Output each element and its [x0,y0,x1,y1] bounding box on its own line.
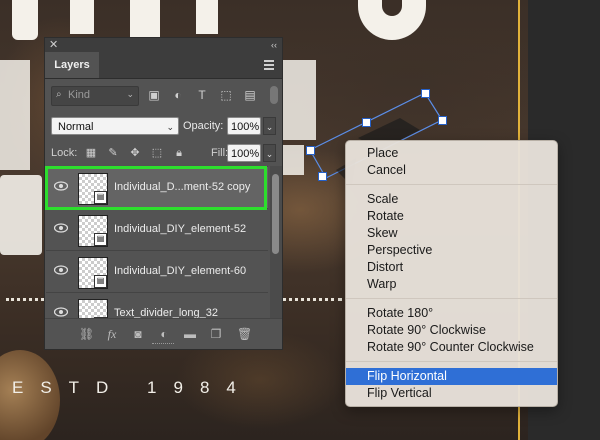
lock-label: Lock: [51,147,78,159]
link-layers-icon[interactable]: ⛓ [79,327,94,341]
layer-name: Text_divider_long_32 [114,307,218,318]
chevron-down-icon: ⌄ [126,89,134,99]
layers-list: ▤ Individual_D...ment-52 copy ▤ Individu… [46,166,268,318]
search-icon: ⌕ [56,89,62,100]
trash-icon[interactable]: 🗑︎ [237,327,252,341]
estd-text: ESTD 1984 [12,378,253,397]
eye-icon[interactable] [54,307,68,317]
opacity-label: Opacity: [183,120,224,132]
menu-item-flip-horizontal[interactable]: Flip Horizontal [346,368,557,385]
transform-handle[interactable] [362,118,371,127]
lock-transparency-icon[interactable]: ▦ [85,147,97,159]
dotted-divider [282,298,342,304]
fill-label: Fill: [211,147,229,159]
transform-handle[interactable] [421,89,430,98]
grunge-letter [0,175,42,255]
menu-separator [346,361,557,362]
fill-input[interactable]: 100% [227,144,261,162]
shape-filter-icon[interactable]: ⬚ [219,88,233,102]
grunge-letter [196,0,218,34]
lock-position-icon[interactable]: ✥ [129,147,141,159]
lock-row: Lock: ▦ ✎ ✥ ⬚ 🔒︎ Fill: 100% ⌄ [51,144,278,164]
layer-mask-icon[interactable]: ◙ [131,327,145,341]
adjustment-filter-icon[interactable]: ◐ [171,88,185,102]
transform-context-menu: Place Cancel Scale Rotate Skew Perspective Dis… [345,140,558,407]
new-layer-icon[interactable]: ❐ [209,327,223,341]
resize-grip[interactable] [152,343,174,347]
filter-toggle[interactable] [270,86,278,104]
chevron-down-icon: ⌄ [166,122,174,132]
menu-item-perspective[interactable]: Perspective [346,242,557,259]
menu-item-rotate[interactable]: Rotate [346,208,557,225]
grunge-letter [130,0,160,38]
smart-object-icon: ▤ [94,275,107,288]
lock-artboard-icon[interactable]: ⬚ [151,147,163,159]
layer-thumbnail: ▤ [78,215,108,247]
menu-item-skew[interactable]: Skew [346,225,557,242]
panel-titlebar[interactable]: ✕ ‹‹ [45,38,282,52]
layer-thumbnail: ▤ [78,299,108,318]
layer-thumbnail: ▤ [78,257,108,289]
fx-icon[interactable]: fx [105,327,119,341]
smart-object-icon: ▤ [94,191,107,204]
transform-handle[interactable] [438,116,447,125]
menu-item-scale[interactable]: Scale [346,191,557,208]
folder-icon[interactable]: ▬ [183,327,197,341]
eye-icon[interactable] [54,265,68,275]
type-filter-icon[interactable]: T [195,88,209,102]
eye-icon[interactable] [54,223,68,233]
smart-object-filter-icon[interactable]: ▤ [243,88,257,102]
layer-filter-row: ⌕ Kind ⌄ ▣ ◐ T ⬚ ▤ [51,86,278,106]
transform-handle[interactable] [306,146,315,155]
grunge-letter [12,0,38,40]
menu-separator [346,298,557,299]
layer-thumbnail: ▤ [78,173,108,205]
grunge-letter [0,60,30,170]
menu-item-distort[interactable]: Distort [346,259,557,276]
layer-name: Individual_DIY_element-52 [114,223,247,235]
fill-dropdown[interactable]: ⌄ [263,144,276,162]
layer-row[interactable]: ▤ Individual_DIY_element-52 [46,208,268,250]
lock-pixels-icon[interactable]: ✎ [107,147,119,159]
image-filter-icon[interactable]: ▣ [147,88,161,102]
lock-all-icon[interactable]: 🔒︎ [173,147,185,159]
blend-mode-value: Normal [58,121,94,133]
layer-row[interactable]: ▤ Individual_D...ment-52 copy [46,166,268,208]
layers-scrollbar[interactable] [270,166,282,318]
menu-item-rotate-90-clockwise[interactable]: Rotate 90° Clockwise [346,322,557,339]
layer-name: Individual_D...ment-52 copy [114,181,251,193]
opacity-dropdown[interactable]: ⌄ [263,117,276,135]
adjustment-layer-icon[interactable]: ◐ [157,327,171,341]
menu-item-place[interactable]: Place [346,145,557,162]
grunge-letter [280,145,304,175]
menu-item-rotate-90-counter-clockwise[interactable]: Rotate 90° Counter Clockwise [346,339,557,356]
layer-row[interactable]: ▤ Text_divider_long_32 [46,292,268,318]
layers-footer: ⛓ fx ◙ ◐ ▬ ❐ 🗑︎ [45,318,282,349]
layer-row[interactable]: ▤ Individual_DIY_element-60 [46,250,268,292]
smart-object-icon: ▤ [94,233,107,246]
grunge-letter [282,60,316,140]
menu-separator [346,184,557,185]
tab-layers[interactable]: Layers [45,52,99,78]
collapse-icon[interactable]: ‹‹ [271,38,277,52]
menu-item-rotate-180[interactable]: Rotate 180° [346,305,557,322]
filter-kind-select[interactable]: ⌕ Kind ⌄ [51,86,139,106]
menu-item-cancel[interactable]: Cancel [346,162,557,179]
eye-icon[interactable] [54,181,68,191]
scrollbar-thumb[interactable] [272,174,279,254]
blend-mode-select[interactable]: Normal ⌄ [51,117,179,135]
panel-menu-icon[interactable] [264,60,274,72]
menu-item-flip-vertical[interactable]: Flip Vertical [346,385,557,402]
menu-item-warp[interactable]: Warp [346,276,557,293]
layers-panel: ✕ ‹‹ Layers ⌕ Kind ⌄ ▣ ◐ T ⬚ ▤ Normal ⌄ … [44,37,283,350]
dotted-divider [6,298,44,304]
filter-kind-label: Kind [68,89,91,101]
close-icon[interactable]: ✕ [49,38,58,52]
grunge-letter [70,0,94,34]
panel-tabbar: Layers [45,52,282,79]
layer-name: Individual_DIY_element-60 [114,265,247,277]
transform-handle[interactable] [318,172,327,181]
blend-row: Normal ⌄ Opacity: 100% ⌄ [51,117,278,137]
opacity-input[interactable]: 100% [227,117,261,135]
